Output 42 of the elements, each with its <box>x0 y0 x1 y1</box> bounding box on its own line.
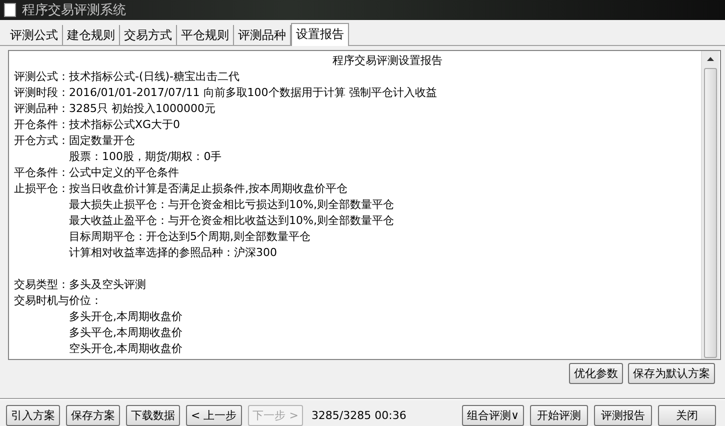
field-value: 技术指标公式XG大于0 <box>69 117 180 133</box>
button[interactable]: 引入方案 <box>6 405 60 426</box>
report-line: 股票：100股，期货/期权：0手 <box>68 149 223 165</box>
field-value: 按当日收盘价计算是否满足止损条件,按本周期收盘价平仓 <box>69 181 348 197</box>
tab[interactable]: 设置报告 <box>291 23 349 46</box>
field-label: 开仓条件： <box>14 117 69 133</box>
button[interactable]: 保存方案 <box>66 405 120 426</box>
field-label: 交易时机与价位： <box>14 293 102 309</box>
report-line: 多头开仓,本周期收盘价 <box>68 309 184 325</box>
field-value: 2016/01/01-2017/07/11 向前多取100个数据用于计算 强制平仓计入收益 <box>69 85 437 101</box>
scrollbar[interactable] <box>701 51 719 359</box>
button[interactable]: 组合评测∨ <box>462 405 524 426</box>
report-line: 空头开仓,本周期收盘价 <box>68 341 184 357</box>
button[interactable]: 评测报告 <box>594 405 652 426</box>
field-value: 公式中定义的平仓条件 <box>69 165 179 181</box>
button[interactable]: 保存为默认方案 <box>628 363 715 384</box>
field-value: 技术指标公式-(日线)-糖宝出击二代 <box>69 69 240 85</box>
report-line: 目标周期平仓：开仓达到5个周期,则全部数量平仓 <box>68 229 312 245</box>
button[interactable]: 下载数据 <box>126 405 180 426</box>
field-value: 多头及空头评测 <box>69 277 146 293</box>
field-label: 交易类型： <box>14 277 69 293</box>
field-label: 评测公式： <box>14 69 69 85</box>
field-label: 平仓条件： <box>14 165 69 181</box>
app-icon <box>4 3 16 17</box>
field-label: 评测时段： <box>14 85 69 101</box>
field-value: 固定数量开仓 <box>69 133 135 149</box>
report-line: 多头平仓,本周期收盘价 <box>68 325 184 341</box>
button[interactable]: 关闭 <box>658 405 716 426</box>
window-title: 程序交易评测系统 <box>22 2 126 19</box>
button[interactable]: < 上一步 <box>186 405 242 426</box>
field-value: 3285只 初始投入1000000元 <box>69 101 216 117</box>
scroll-up-icon[interactable] <box>707 57 714 61</box>
button[interactable]: 优化参数 <box>569 363 623 384</box>
field-label: 评测品种： <box>14 101 69 117</box>
progress-status: 3285/3285 00:36 <box>311 409 406 422</box>
field-label: 止损平仓： <box>14 181 69 197</box>
report-line: 计算相对收益率选择的参照品种：沪深300 <box>68 245 278 261</box>
report-line: 最大收益止盈平仓：与开仓资金相比收益达到10%,则全部数量平仓 <box>68 213 395 229</box>
button[interactable]: 开始评测 <box>530 405 588 426</box>
report-line: 最大损失止损平仓：与开仓资金相比亏损达到10%,则全部数量平仓 <box>68 197 395 213</box>
field-label: 开仓方式： <box>14 133 69 149</box>
report-title: 程序交易评测设置报告 <box>332 53 444 69</box>
